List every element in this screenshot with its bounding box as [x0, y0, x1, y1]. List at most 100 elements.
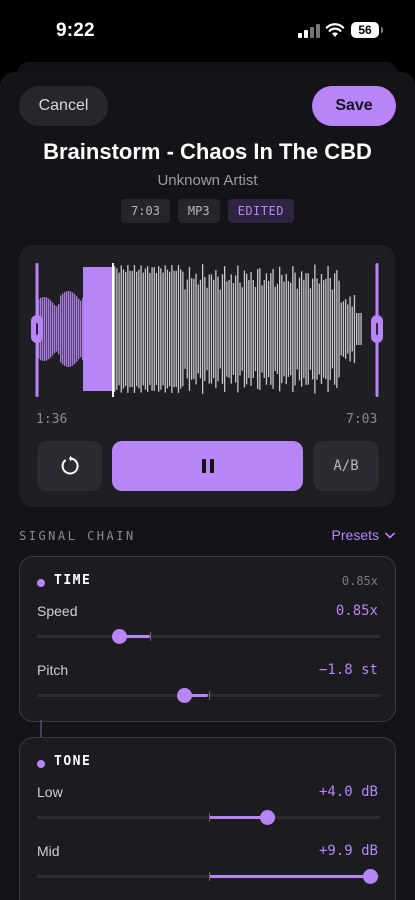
wifi-icon	[325, 23, 345, 37]
slider-fill	[208, 816, 267, 819]
waveform-bar	[325, 278, 327, 380]
slider-center-mark	[208, 872, 210, 881]
tone-module-card[interactable]: TONE Low +4.0 dB Mid +9.9 dB	[19, 737, 396, 900]
low-value: +4.0 dB	[318, 784, 378, 800]
waveform-bar	[76, 296, 78, 362]
pitch-slider[interactable]	[37, 688, 380, 703]
waveform-bar	[248, 279, 250, 379]
waveform-bar	[136, 271, 138, 387]
waveform-bar	[323, 280, 325, 378]
cancel-button[interactable]: Cancel	[19, 86, 108, 126]
waveform-bar	[60, 295, 62, 363]
module-active-indicator	[37, 760, 45, 768]
waveform[interactable]	[19, 245, 395, 425]
waveform-bar	[52, 302, 54, 356]
waveform-bar	[144, 268, 147, 390]
waveform-bar	[173, 270, 175, 388]
low-eq-slider[interactable]	[37, 810, 380, 825]
waveform-bar	[285, 273, 287, 385]
cellular-signal-icon	[298, 24, 320, 38]
played-region	[83, 267, 113, 391]
battery-icon: 56	[351, 22, 383, 38]
waveform-bar	[329, 278, 331, 380]
mid-value: +9.9 dB	[318, 843, 378, 859]
waveform-bar	[292, 266, 294, 392]
slider-thumb[interactable]	[112, 629, 128, 644]
waveform-bar	[287, 281, 290, 377]
handle-grip	[376, 323, 378, 335]
waveform-bar	[191, 278, 193, 380]
waveform-bar	[193, 278, 195, 380]
waveform-bar	[118, 272, 120, 386]
save-button[interactable]: Save	[312, 86, 396, 126]
waveform-bar	[184, 289, 186, 369]
presets-dropdown[interactable]: Presets	[332, 527, 395, 543]
waveform-bar	[175, 270, 177, 388]
slider-thumb[interactable]	[177, 688, 193, 703]
waveform-bar	[56, 306, 58, 352]
handle-grip	[36, 323, 38, 335]
waveform-bar	[80, 300, 82, 358]
slider-center-mark	[208, 813, 210, 822]
waveform-bar	[290, 282, 292, 376]
waveform-bar	[64, 292, 66, 366]
waveform-bar	[219, 289, 221, 369]
slider-fill	[208, 875, 370, 878]
waveform-bar	[356, 313, 358, 345]
waveform-bar	[239, 282, 241, 376]
waveform-bar	[140, 265, 142, 393]
slider-thumb[interactable]	[362, 869, 378, 884]
restart-icon	[61, 455, 79, 475]
module-name: TONE	[54, 754, 92, 769]
waveform-bar	[296, 288, 298, 370]
waveform-bar	[351, 306, 353, 352]
slider-thumb[interactable]	[259, 810, 275, 825]
ab-compare-label: A/B	[333, 458, 359, 474]
waveform-bar	[195, 273, 197, 385]
waveform-bar	[74, 294, 76, 364]
waveform-bar	[241, 287, 243, 371]
waveform-bar	[133, 265, 136, 393]
trim-start-time: 1:36	[36, 412, 68, 427]
waveform-bar	[149, 272, 151, 386]
waveform-bar	[180, 269, 182, 389]
waveform-bar	[336, 270, 338, 388]
ab-compare-button[interactable]: A/B	[313, 441, 379, 491]
waveform-bar	[197, 284, 199, 374]
waveform-bar	[66, 291, 68, 367]
waveform-bar	[153, 267, 155, 391]
pitch-label: Pitch	[37, 662, 69, 678]
speed-slider[interactable]	[37, 629, 380, 644]
waveform-bar	[276, 283, 279, 375]
waveform-bar	[169, 271, 171, 387]
restart-button[interactable]	[37, 441, 102, 491]
waveform-bar	[342, 301, 345, 357]
waveform-bar	[230, 274, 232, 384]
waveform-bar	[58, 303, 60, 355]
waveform-bar	[303, 279, 305, 379]
waveform-bar	[177, 265, 180, 393]
waveform-bar	[142, 272, 144, 386]
waveform-bar	[298, 277, 301, 381]
waveform-bar	[349, 296, 351, 362]
track-badges: 7:03 MP3 EDITED	[0, 199, 415, 223]
waveform-bar	[334, 273, 336, 385]
mid-eq-slider[interactable]	[37, 869, 380, 884]
pitch-value: −1.8 st	[318, 662, 378, 678]
pause-button[interactable]	[112, 441, 303, 491]
waveform-bar	[199, 279, 202, 379]
slider-center-mark	[150, 632, 152, 641]
waveform-bar	[182, 271, 184, 387]
waveform-bar	[224, 266, 226, 392]
time-module-card[interactable]: TIME 0.85x Speed 0.85x Pitch −1.8 st	[19, 556, 396, 722]
low-label: Low	[37, 784, 63, 800]
waveform-bar	[257, 269, 259, 389]
waveform-bar	[125, 271, 127, 387]
waveform-bar	[171, 265, 173, 393]
waveform-bar	[54, 305, 56, 353]
waveform-bar	[120, 265, 122, 393]
waveform-bar	[202, 264, 204, 394]
waveform-bar	[259, 268, 261, 390]
waveform-bar	[314, 264, 316, 394]
signal-chain-heading: SIGNAL CHAIN	[19, 529, 136, 543]
